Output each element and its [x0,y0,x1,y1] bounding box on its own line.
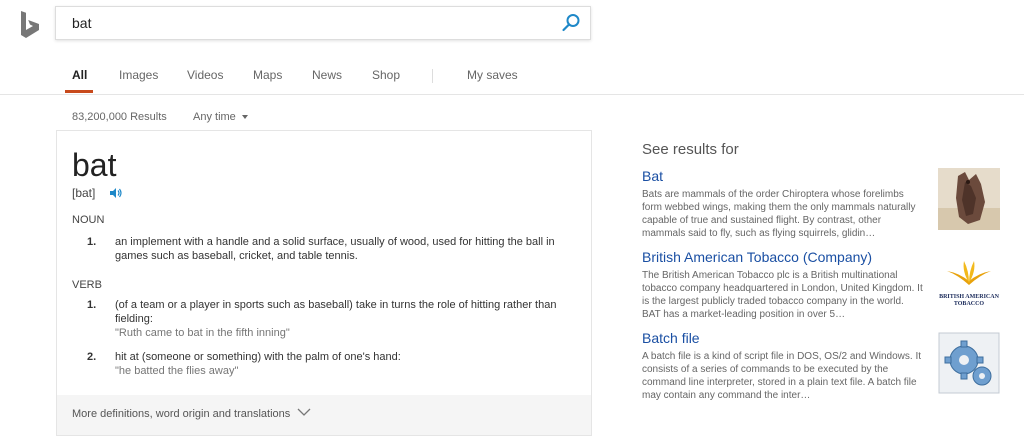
gears-icon [938,332,1000,394]
search-box [55,6,591,40]
bing-logo-icon[interactable] [18,10,44,40]
pronunciation: [bat] [72,186,96,200]
entity-snippet: Bats are mammals of the order Chiroptera… [642,189,916,239]
definition-text: an implement with a handle and a solid s… [115,236,555,262]
more-definitions-link[interactable]: More definitions, word origin and transl… [72,408,290,420]
entity-title-link[interactable]: British American Tobacco (Company) [642,249,872,265]
definition-example: "Ruth came to bat in the fifth inning" [115,327,290,339]
search-icon[interactable] [560,12,582,34]
chevron-down-icon[interactable] [297,407,311,417]
definition-example: "he batted the flies away" [115,365,239,377]
pos-verb: VERB [72,279,102,291]
definition-number: 1. [87,236,97,248]
see-results-heading: See results for [642,141,739,158]
time-filter-dropdown[interactable]: Any time [193,111,248,123]
definition-item: 1. an implement with a handle and a soli… [87,235,567,263]
entity-result-batch-file: Batch file A batch file is a kind of scr… [642,330,1002,401]
speaker-icon[interactable] [109,186,123,200]
entity-result-bat: Bat Bats are mammals of the order Chirop… [642,168,1002,239]
time-filter-label: Any time [193,111,236,123]
bat-company-logo-text: BRITISH AMERICAN TOBACCO [939,294,999,307]
dictionary-card: bat [bat] NOUN 1. an implement with a ha… [56,130,592,436]
scope-nav: All Images Videos Maps News Shop My save… [0,60,1024,95]
dictionary-word: bat [72,147,117,183]
caret-down-icon [241,115,248,120]
tab-shop[interactable]: Shop [372,68,400,82]
entity-result-bat-company: British American Tobacco (Company) The B… [642,249,1002,320]
bat-company-logo[interactable]: BRITISH AMERICAN TOBACCO [938,259,1000,321]
definition-number: 2. [87,351,97,363]
tab-my-saves[interactable]: My saves [467,68,518,82]
entity-snippet: A batch file is a kind of script file in… [642,351,922,401]
definition-item: 1. (of a team or a player in sports such… [87,298,567,340]
tab-all[interactable]: All [72,68,87,82]
results-count: 83,200,000 Results [72,111,167,123]
entity-title-link[interactable]: Bat [642,168,663,184]
definition-number: 1. [87,299,97,311]
pos-noun: NOUN [72,214,105,226]
definition-item: 2. hit at (someone or something) with th… [87,350,567,378]
bat-photo-icon [938,168,1000,230]
entity-title-link[interactable]: Batch file [642,330,700,346]
batch-file-thumbnail[interactable] [938,332,1000,394]
definition-text: hit at (someone or something) with the p… [115,351,401,363]
search-input[interactable] [72,7,552,39]
nav-divider [432,69,433,83]
leaf-logo-icon [947,261,991,285]
definition-text: (of a team or a player in sports such as… [115,299,557,325]
active-tab-indicator [65,90,93,93]
entity-snippet: The British American Tobacco plc is a Br… [642,270,923,320]
tab-news[interactable]: News [312,68,342,82]
bat-thumbnail[interactable] [938,168,1000,230]
more-definitions-bar[interactable]: More definitions, word origin and transl… [57,395,591,435]
tab-maps[interactable]: Maps [253,68,282,82]
tab-videos[interactable]: Videos [187,68,223,82]
tab-images[interactable]: Images [119,68,158,82]
